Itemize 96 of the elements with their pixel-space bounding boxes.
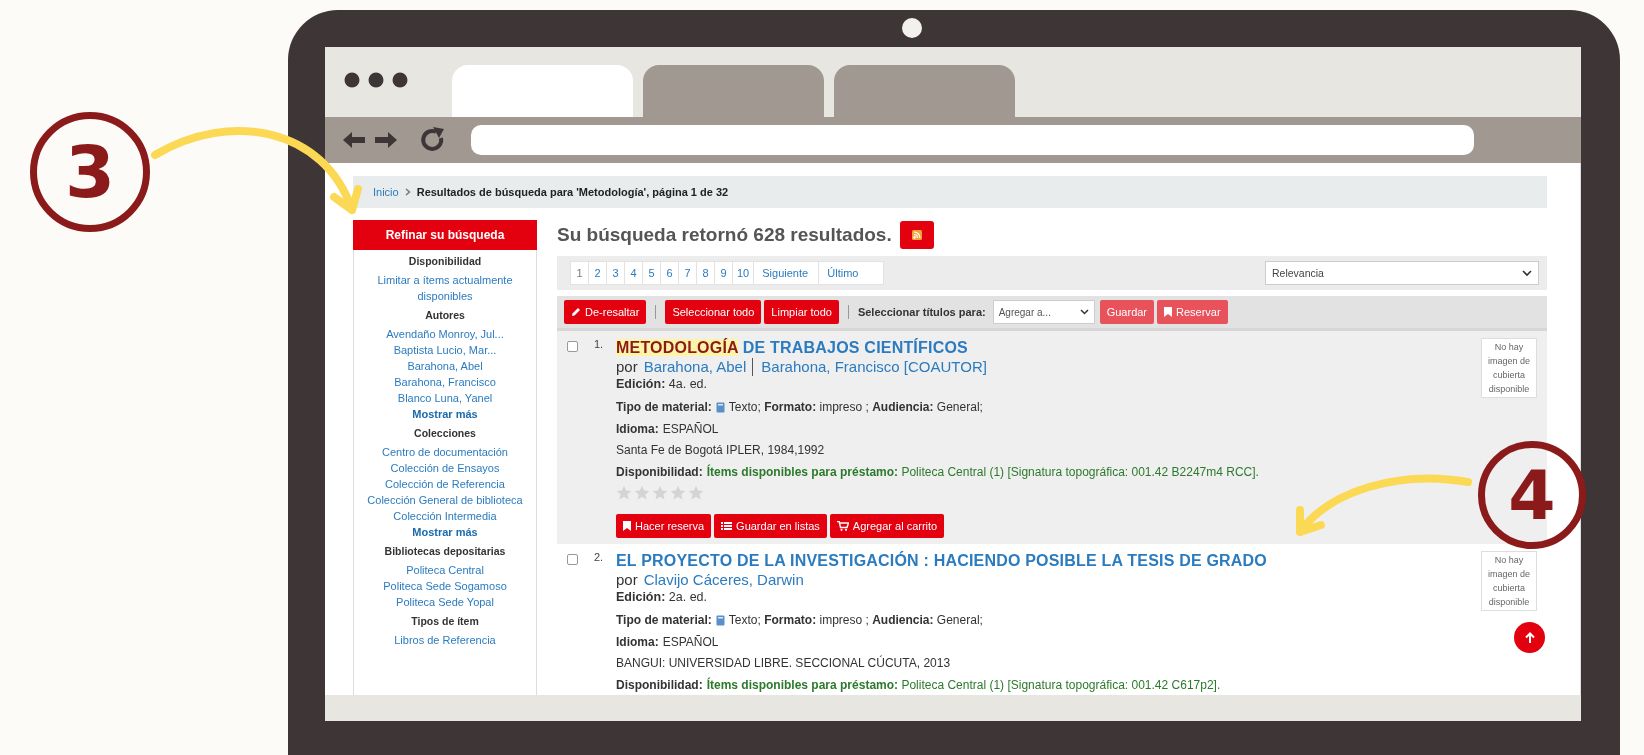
- facet-link[interactable]: Centro de documentación: [360, 444, 530, 460]
- bookmark-icon: [1164, 307, 1173, 317]
- pencil-icon: [571, 307, 581, 317]
- facet-link[interactable]: Politeca Sede Sogamoso: [360, 578, 530, 594]
- back-arrow-icon[interactable]: [341, 130, 367, 150]
- material-text: Texto; Formato: impreso ; Audiencia: General;: [728, 399, 983, 416]
- author-link[interactable]: Clavijo Cáceres, Darwin: [643, 571, 804, 589]
- star-icon[interactable]: [634, 485, 650, 501]
- facet-link[interactable]: Baptista Lucio, Mar...: [360, 342, 530, 358]
- language-text: Idioma: ESPAÑOL: [616, 420, 720, 438]
- star-icon[interactable]: [688, 485, 704, 501]
- author-link[interactable]: Barahona, Abel: [643, 358, 747, 376]
- facet-heading: Bibliotecas depositarias: [383, 544, 507, 559]
- results-heading: Su búsqueda retornó 628 resultados.: [557, 224, 892, 246]
- sidebar-title: Refinar su búsqueda: [353, 220, 537, 250]
- availability-label: Disponibilidad:: [616, 676, 703, 694]
- result-action-button[interactable]: Hacer reserva: [616, 514, 712, 538]
- chevron-icon: [404, 188, 411, 196]
- edition-text: Edición: 2a. ed.: [616, 589, 708, 605]
- browser-tab[interactable]: [452, 65, 633, 117]
- availability-label: Disponibilidad:: [616, 463, 703, 481]
- window-dots-icon: [344, 72, 408, 88]
- checkbox[interactable]: [567, 341, 578, 352]
- publisher-text: Santa Fe de Bogotá IPLER, 1984,1992: [616, 442, 826, 459]
- bookmark-icon: [623, 521, 631, 531]
- checkbox[interactable]: [567, 554, 578, 565]
- last-page-link[interactable]: Último: [818, 261, 885, 285]
- address-bar[interactable]: [471, 125, 1474, 155]
- result-action-button[interactable]: Agregar al carrito: [829, 514, 945, 538]
- camera-dot: [902, 18, 922, 38]
- show-more-link[interactable]: Mostrar más: [360, 406, 530, 422]
- availability-text: Ítems disponibles para préstamo: Politeca Central (1) [Signatura topográfica: 001.42 C617p2].: [706, 676, 1221, 694]
- material-text: Texto; Formato: impreso ; Audiencia: General;: [728, 612, 983, 629]
- book-icon: [715, 615, 725, 627]
- next-page-link[interactable]: Siguiente: [753, 261, 820, 285]
- availability-text: Ítems disponibles para préstamo: Politeca Central (1) [Signatura topográfica: 001.42 B2247m4 RCC].: [706, 463, 1259, 481]
- facet-link[interactable]: Blanco Luna, Yanel: [360, 390, 530, 406]
- result-action-button[interactable]: Guardar en listas: [714, 514, 827, 538]
- toolbar-button[interactable]: De-resaltar: [564, 300, 647, 324]
- show-more-link[interactable]: Mostrar más: [360, 524, 530, 540]
- facet-link[interactable]: Avendaño Monroy, Jul...: [360, 326, 530, 342]
- facet-link[interactable]: Libros de Referencia: [360, 632, 530, 648]
- facet-link[interactable]: Barahona, Abel: [360, 358, 530, 374]
- language-text: Idioma: ESPAÑOL: [616, 633, 720, 651]
- page-link[interactable]: 10: [732, 261, 755, 285]
- facet-link[interactable]: Colección Intermedia: [360, 508, 530, 524]
- browser-tab[interactable]: [643, 65, 824, 117]
- star-rating[interactable]: [616, 485, 704, 501]
- result-number: 1.: [593, 338, 605, 352]
- add-to-select[interactable]: Agregar a...: [992, 300, 1095, 324]
- facet-link[interactable]: Politeca Central: [360, 562, 530, 578]
- up-arrow-icon: [1523, 631, 1536, 644]
- reload-icon[interactable]: [419, 126, 447, 154]
- dropdown-caret-icon: [1079, 309, 1089, 315]
- sort-select[interactable]: Relevancia: [1265, 261, 1539, 285]
- result-title-link[interactable]: EL PROYECTO DE LA INVESTIGACIÓN : HACIENDO POSIBLE LA TESIS DE GRADO: [616, 551, 1481, 571]
- step-number-badge: 3: [30, 112, 150, 232]
- toolbar-button[interactable]: Limpiar todo: [764, 300, 839, 324]
- back-to-top-button[interactable]: [1514, 622, 1545, 653]
- publisher-text: BANGUI: UNIVERSIDAD LIBRE. SECCIONAL CÚCUTA, 2013: [616, 654, 952, 672]
- cart-icon: [836, 521, 849, 531]
- book-icon: [715, 402, 725, 414]
- rss-icon: [911, 230, 922, 240]
- result-number: 2.: [593, 551, 605, 565]
- facet-link[interactable]: Politeca Sede Yopal: [360, 594, 530, 610]
- by-label: por: [616, 358, 638, 376]
- facet-heading: Autores: [424, 308, 466, 323]
- facet-heading: Disponibilidad: [407, 254, 483, 269]
- breadcrumb-link[interactable]: Inicio: [373, 186, 399, 198]
- facet-heading: Colecciones: [413, 426, 477, 441]
- star-icon[interactable]: [616, 485, 632, 501]
- facet-link[interactable]: Barahona, Francisco: [360, 374, 530, 390]
- no-cover-text: No hay imagen de cubierta disponible: [1487, 554, 1531, 609]
- breadcrumb-current: Resultados de búsqueda para 'Metodología', página 1 de 32: [416, 186, 729, 198]
- browser-tab[interactable]: [834, 65, 1015, 117]
- forward-arrow-icon[interactable]: [373, 130, 399, 150]
- facet-heading: Tipos de ítem: [410, 614, 480, 629]
- facet-link[interactable]: Colección de Referencia: [360, 476, 530, 492]
- material-label: Tipo de material:: [616, 612, 712, 629]
- facet-link[interactable]: Colección de Ensayos: [360, 460, 530, 476]
- list-icon: [721, 521, 733, 531]
- facet-link[interactable]: Limitar a ítems actualmente disponibles: [360, 272, 530, 304]
- rss-button[interactable]: [899, 221, 934, 249]
- toolbar-button[interactable]: Seleccionar todo: [665, 300, 762, 324]
- result-title-link[interactable]: METODOLOGÍA DE TRABAJOS CIENTÍFICOS: [616, 338, 1481, 358]
- no-cover-text: No hay imagen de cubierta disponible: [1487, 341, 1531, 396]
- author-link[interactable]: Barahona, Francisco [COAUTOR]: [752, 358, 987, 376]
- select-titles-label: Seleccionar títulos para:: [857, 306, 986, 318]
- star-icon[interactable]: [670, 485, 686, 501]
- facet-link[interactable]: Colección General de biblioteca: [360, 492, 530, 508]
- star-icon[interactable]: [652, 485, 668, 501]
- dropdown-caret-icon: [1522, 269, 1532, 277]
- by-label: por: [616, 571, 638, 589]
- step-number-badge: 4: [1478, 441, 1586, 549]
- material-label: Tipo de material:: [616, 399, 712, 416]
- edition-text: Edición: 4a. ed.: [616, 376, 708, 392]
